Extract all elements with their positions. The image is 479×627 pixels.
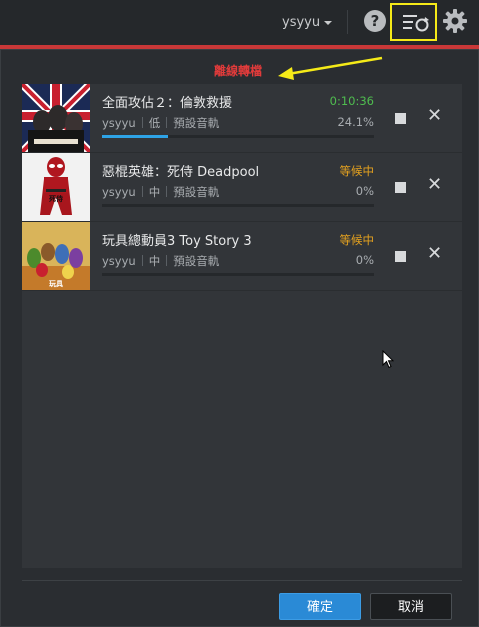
item-meta: ysyyu 中預設音軌 — [102, 253, 219, 269]
close-icon[interactable]: ✕ — [427, 244, 442, 264]
item-meta: ysyyu 低預設音軌 — [102, 115, 219, 131]
item-percent: 24.1% — [337, 115, 374, 129]
meta-divider — [166, 117, 168, 128]
topbar-divider — [347, 10, 348, 34]
item-title: 全面攻佔２：倫敦救援 — [102, 96, 233, 111]
stop-button[interactable] — [395, 251, 406, 262]
footer-divider — [22, 580, 462, 581]
close-icon[interactable]: ✕ — [427, 175, 442, 195]
item-status: 0:10:36 — [329, 94, 374, 108]
mouse-cursor-icon — [382, 350, 394, 369]
annotation-arrow-icon — [278, 56, 383, 80]
item-percent: 0% — [355, 253, 374, 267]
annotation-label: 離線轉檔 — [214, 64, 263, 78]
progress-fill — [102, 135, 168, 138]
chevron-down-icon — [324, 20, 333, 25]
list-item: 全面攻佔２：倫敦救援 ysyyu 低預設音軌 0:10:36 24.1% ✕ — [22, 84, 462, 153]
item-percent: 0% — [355, 184, 374, 198]
item-user: ysyyu — [102, 254, 136, 268]
item-priority: 低 — [148, 116, 161, 130]
poster-thumbnail: 死侍 — [22, 153, 90, 221]
gear-icon[interactable] — [442, 8, 468, 34]
poster-thumbnail: 玩具 — [22, 222, 90, 290]
list-item: 死侍 惡棍英雄：死侍 Deadpool ysyyu 中預設音軌 等候中 0% ✕ — [22, 153, 462, 222]
item-profile: 預設音軌 — [173, 185, 220, 199]
list-item: 玩具 玩具總動員3 Toy Story 3 ysyyu 中預設音軌 等候中 0% … — [22, 222, 462, 291]
item-priority: 中 — [148, 254, 161, 268]
item-priority: 中 — [148, 185, 161, 199]
stop-button[interactable] — [395, 182, 406, 193]
meta-divider — [141, 255, 143, 266]
item-user: ysyyu — [102, 185, 136, 199]
queue-refresh-icon — [403, 15, 429, 32]
progress-bar — [102, 273, 374, 276]
poster-thumbnail — [22, 84, 90, 152]
progress-bar — [102, 204, 374, 207]
transcode-queue-list: 全面攻佔２：倫敦救援 ysyyu 低預設音軌 0:10:36 24.1% ✕ 死侍… — [22, 84, 462, 568]
meta-divider — [141, 186, 143, 197]
meta-divider — [166, 255, 168, 266]
item-title: 玩具總動員3 Toy Story 3 — [102, 234, 252, 249]
user-menu[interactable]: ysyyu — [282, 15, 333, 30]
item-status: 等候中 — [339, 164, 375, 178]
item-title: 惡棍英雄：死侍 Deadpool — [102, 165, 260, 180]
close-icon[interactable]: ✕ — [427, 106, 442, 126]
top-bar: ysyyu ? — [0, 0, 479, 45]
transcode-queue-button[interactable] — [390, 3, 437, 41]
ok-button[interactable]: 確定 — [279, 593, 361, 620]
user-name: ysyyu — [282, 15, 321, 30]
item-profile: 預設音軌 — [173, 116, 220, 130]
item-profile: 預設音軌 — [173, 254, 220, 268]
meta-divider — [141, 117, 143, 128]
item-meta: ysyyu 中預設音軌 — [102, 184, 219, 200]
item-user: ysyyu — [102, 116, 136, 130]
cancel-button[interactable]: 取消 — [370, 593, 452, 620]
item-status: 等候中 — [339, 233, 375, 247]
meta-divider — [166, 186, 168, 197]
svg-text:死侍: 死侍 — [48, 194, 63, 203]
stop-button[interactable] — [395, 113, 406, 124]
svg-text:玩具: 玩具 — [49, 279, 63, 288]
progress-bar — [102, 135, 374, 138]
help-icon[interactable]: ? — [364, 10, 386, 32]
